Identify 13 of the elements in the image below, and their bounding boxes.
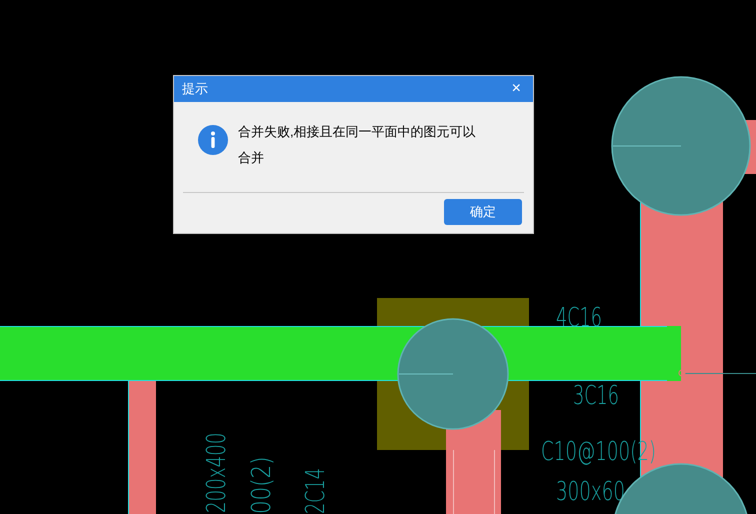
dimension-label: 3C16 xyxy=(573,381,641,411)
dimension-label: 00(2) xyxy=(247,444,277,514)
dimension-label: 2C14 xyxy=(301,446,331,514)
dialog-title: 提示 xyxy=(182,80,208,98)
dimension-label: 4C16 xyxy=(556,303,624,333)
confirm-button[interactable]: 确定 xyxy=(444,199,522,225)
axis-line xyxy=(684,373,756,374)
dimension-label: 300x60 xyxy=(556,477,654,507)
dimension-label: 200x400 xyxy=(202,398,232,513)
close-button[interactable]: × xyxy=(508,81,525,97)
node-marker xyxy=(678,370,686,376)
error-message: 合并失败,相接且在同一平面中的图元可以合并 xyxy=(238,123,477,167)
info-icon xyxy=(198,125,228,155)
